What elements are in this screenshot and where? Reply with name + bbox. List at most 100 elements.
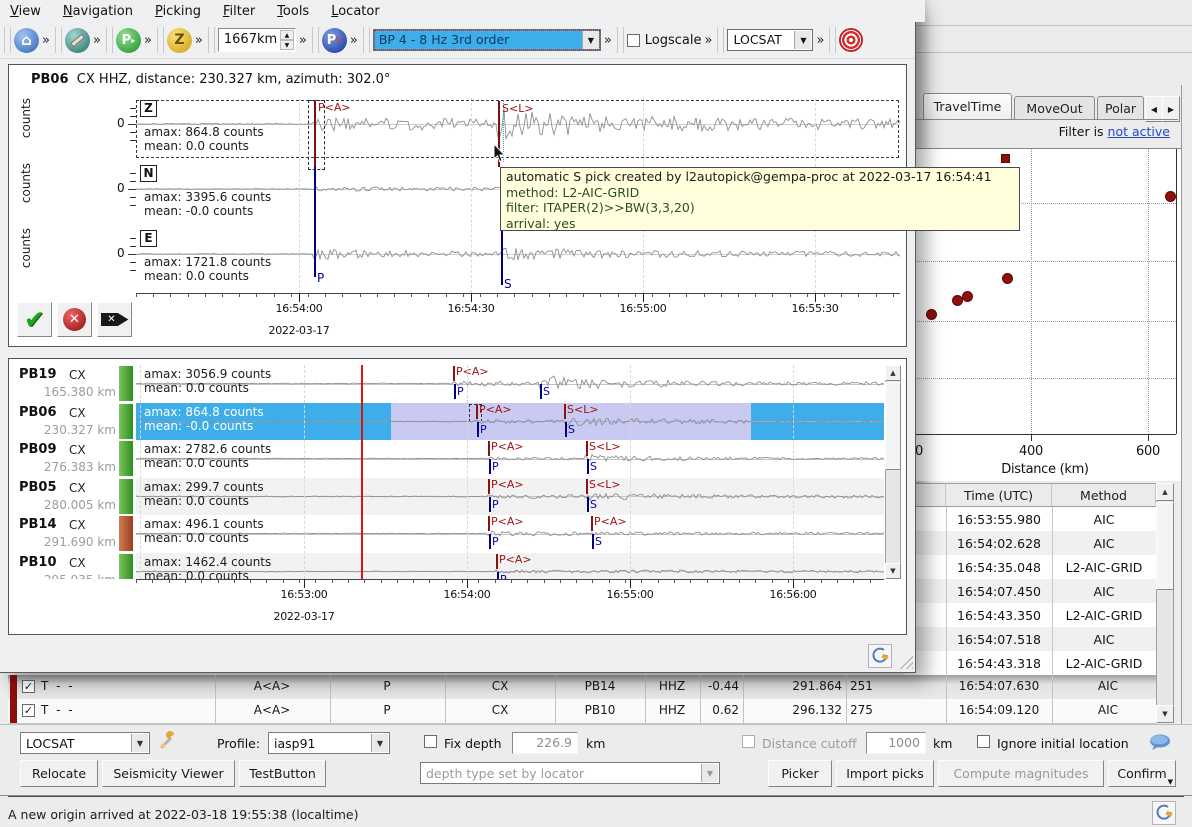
pick-table-row[interactable]: 16:54:02.628AIC [905,531,1156,556]
station-row-pb19[interactable]: PB19CX165.380 kmamax: 3056.9 countsmean:… [9,365,906,403]
locator-select[interactable]: LOCSAT▼ [20,732,150,754]
profile-select[interactable]: iasp91▼ [268,732,390,754]
amplitude-p-icon[interactable]: P∿ [322,28,347,53]
pick-line[interactable] [591,516,593,531]
toolbar-handle[interactable] [312,27,319,53]
tab-moveout[interactable]: MoveOut [1014,96,1095,120]
scroll-up-icon[interactable]: ▲ [1156,483,1174,501]
target-icon[interactable] [839,28,863,52]
confirm-button[interactable]: Confirm▼ [1108,760,1176,787]
depth-input[interactable]: 226.9 [512,732,578,754]
toolbar-extension-icon[interactable]: » [192,33,204,48]
pick-line[interactable] [586,479,588,494]
relocate-button[interactable]: Relocate [20,760,98,787]
data-point[interactable] [926,309,937,320]
p-pick-line[interactable] [314,101,316,167]
toolbar-handle[interactable] [4,27,11,53]
pick-table-row[interactable]: 16:54:43.350L2-AIC-GRID [905,603,1156,628]
distance-cutoff-checkbox[interactable] [742,735,755,748]
toolbar-extension-icon[interactable]: » [296,33,308,48]
arrival-used-checkbox[interactable]: ✓ [22,704,35,717]
data-point[interactable] [1002,273,1013,284]
arrival-line[interactable] [489,497,491,512]
ignore-initial-location-checkbox[interactable] [977,735,990,748]
distance-spinbox[interactable]: 1667km ▲ ▼ [218,28,296,52]
pick-table-row[interactable]: 16:53:55.980AIC [905,507,1156,532]
pick-table-row[interactable]: 16:54:35.048L2-AIC-GRID [905,555,1156,580]
pick-p-icon[interactable]: P▸ [116,28,141,53]
scroll-up-icon[interactable]: ▲ [885,365,901,381]
testbutton-button[interactable]: TestButton [239,760,326,787]
arrival-line[interactable] [592,534,594,549]
home-icon[interactable]: ⌂ [14,28,39,53]
data-point[interactable] [962,291,973,302]
pick-line[interactable] [488,441,490,456]
p-arrival-line[interactable] [314,167,316,277]
data-point[interactable] [1001,154,1010,163]
comment-icon[interactable] [1148,733,1172,754]
map-ruler-icon[interactable] [65,28,90,53]
station-list-panel[interactable]: PB19CX165.380 kmamax: 3056.9 countsmean:… [8,358,907,635]
locator-settings-icon[interactable] [158,731,178,751]
picker-button[interactable]: Picker [768,760,832,787]
spin-down-icon[interactable]: ▼ [280,40,294,50]
menu-navigation[interactable]: Navigation [63,4,133,19]
station-row-pb10[interactable]: PB10CX295.935 kmamax: 1462.4 countsmean:… [9,553,906,580]
compute-magnitudes-button[interactable]: Compute magnitudes [938,760,1104,787]
remove-offset-button[interactable]: ✕ [97,302,132,337]
toolbar-handle[interactable] [363,27,370,53]
arrival-line[interactable] [477,422,479,437]
toolbar-extension-icon[interactable]: » [141,33,153,48]
logscale-checkbox[interactable] [627,34,640,47]
tab-polar[interactable]: Polar [1097,96,1144,120]
connection-icon[interactable] [1152,801,1176,825]
resize-grip[interactable] [898,654,913,669]
toolbar-handle[interactable] [829,27,836,53]
toolbar-extension-icon[interactable]: » [702,33,714,48]
toolbar-extension-icon[interactable]: » [90,33,102,48]
toolbar-handle[interactable] [617,27,624,53]
scroll-down-icon[interactable]: ▼ [885,563,901,579]
tab-traveltime[interactable]: TravelTime [923,93,1012,120]
data-point[interactable] [1165,191,1176,202]
pick-line[interactable] [476,404,478,419]
connection-icon[interactable] [868,644,892,668]
menu-locator[interactable]: Locator [331,4,379,19]
toolbar-extension-icon[interactable]: » [813,33,825,48]
arrival-line[interactable] [587,497,589,512]
arrival-line[interactable] [489,459,491,474]
fix-depth-checkbox[interactable] [424,735,437,748]
toolbar-handle[interactable] [717,27,724,53]
station-row-pb06[interactable]: PB06CX230.327 kmamax: 864.8 countsmean: … [9,403,906,441]
pick-line[interactable] [488,516,490,531]
arrival-table-row[interactable]: ✓T - -A<A>PCXPB10HHZ0.62296.13227516:54:… [8,699,1156,724]
filter-link[interactable]: not active [1108,124,1170,139]
pick-line[interactable] [488,479,490,494]
import-picks-button[interactable]: Import picks [836,760,934,787]
toolbar-handle[interactable] [106,27,113,53]
accept-pick-button[interactable]: ✔ [17,302,52,337]
toolbar-handle[interactable] [157,27,164,53]
seismicity-viewer-button[interactable]: Seismicity Viewer [102,760,235,787]
toolbar-extension-icon[interactable]: » [601,33,613,48]
depth-type-select[interactable]: depth type set by locator▼ [420,762,720,784]
menu-tools[interactable]: Tools [277,4,309,19]
data-point[interactable] [952,295,963,306]
arrival-line[interactable] [540,384,542,399]
station-row-pb09[interactable]: PB09CX276.383 kmamax: 2782.6 countsmean:… [9,440,906,478]
menu-view[interactable]: View [10,4,41,19]
toolbar-locator-select[interactable]: LOCSAT ▼ [727,29,813,51]
station-row-pb14[interactable]: PB14CX291.690 kmamax: 496.1 countsmean: … [9,515,906,553]
zoom-z-icon[interactable]: Z [167,28,192,53]
toolbar-handle[interactable] [208,27,215,53]
pick-line[interactable] [586,441,588,456]
cutoff-input[interactable]: 1000 [866,732,926,754]
arrival-line[interactable] [497,572,499,580]
station-scroll-thumb[interactable] [885,382,901,470]
pick-line[interactable] [564,404,566,419]
toolbar-extension-icon[interactable]: » [39,33,51,48]
scroll-down-icon[interactable]: ▼ [1156,705,1174,723]
station-row-pb05[interactable]: PB05CX280.005 kmamax: 299.7 countsmean: … [9,478,906,516]
pick-table-header-method[interactable]: Method [1052,483,1156,507]
pick-table-scroll-thumb[interactable] [1156,502,1174,590]
